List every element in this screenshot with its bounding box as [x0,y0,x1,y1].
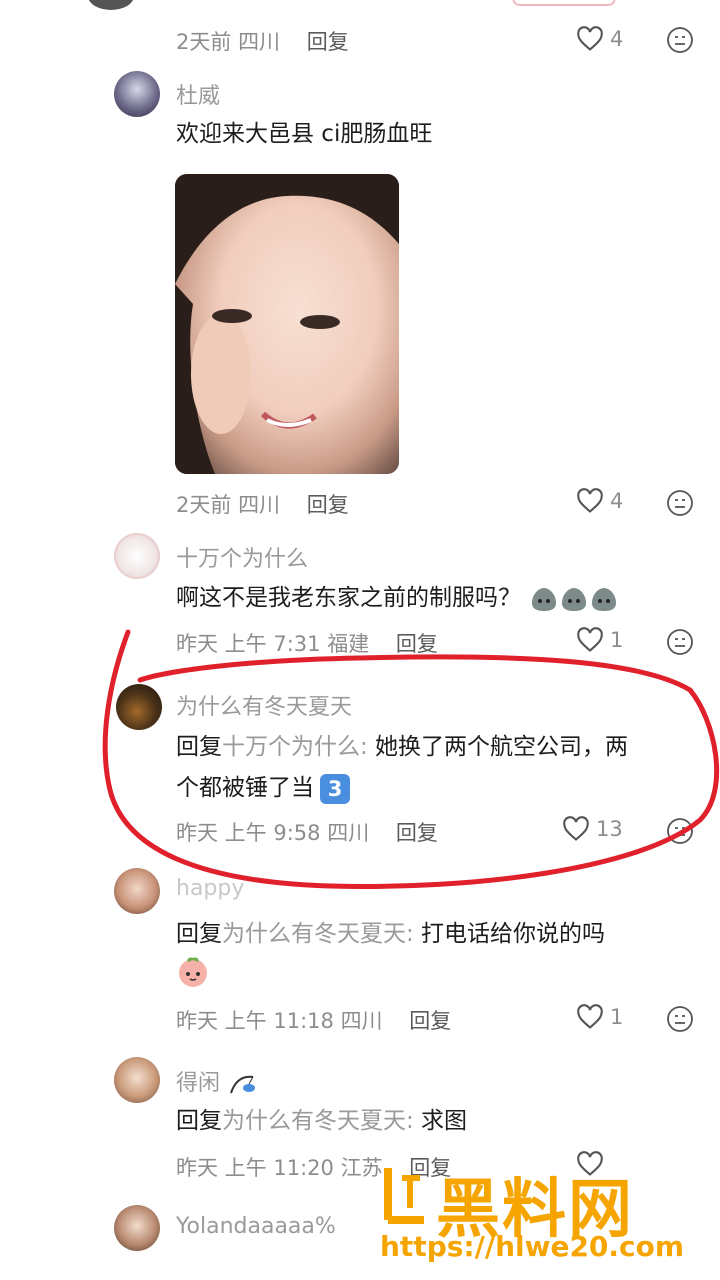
username[interactable]: happy [176,876,244,901]
like-button[interactable]: 1 [576,1004,623,1030]
comment-text: 欢迎来大邑县 ci肥肠血旺 [176,121,433,147]
comment-meta: 2天前 四川 回复 [176,30,349,54]
red-annotation-circle [102,629,720,889]
comment-meta: 2天前 四川 回复 [176,493,349,517]
reply-button[interactable]: 回复 [307,493,349,517]
watermark-url: https://hlwe20.com [380,1230,685,1263]
comment-meta: 昨天 上午 11:18 四川 回复 [176,1009,452,1033]
heart-icon [577,1004,603,1029]
partial-button-top [512,0,616,6]
peach-emoji-icon [179,957,207,987]
watermark: 黑料网 https://hlwe20.com [380,1158,710,1268]
comment-text: 啊这不是我老东家之前的制服吗？ [176,576,618,620]
mention[interactable]: 为什么有冬天夏天: [222,1108,414,1134]
like-button[interactable]: 4 [576,26,623,52]
like-count: 4 [610,27,624,51]
reply-button[interactable]: 回复 [307,30,349,54]
mention[interactable]: 为什么有冬天夏天: [222,921,414,947]
username[interactable]: Yolandaaaaa% [176,1214,336,1239]
sweat-emoji-icon [592,587,617,611]
like-button[interactable]: 4 [576,488,623,514]
partial-avatar-top [88,0,134,10]
avatar[interactable] [114,71,160,117]
reply-button[interactable]: 回复 [409,1009,451,1033]
comment-photo[interactable] [175,174,399,474]
avatar[interactable] [114,1205,160,1251]
dislike-icon[interactable] [666,489,694,517]
like-count: 1 [610,1005,624,1029]
sweat-emoji-icon [532,587,557,611]
face-illustration [175,174,399,474]
dislike-icon[interactable] [666,26,694,54]
username[interactable]: 十万个为什么 [176,541,308,573]
comment-text: 回复为什么有冬天夏天: 打电话给你说的吗 [176,921,606,947]
username[interactable]: 得闲 [176,1065,257,1097]
avatar[interactable] [114,868,160,914]
like-count: 4 [610,489,624,513]
watermark-logo-icon [384,1168,424,1224]
heart-icon [577,488,603,513]
avatar[interactable] [114,1057,160,1103]
username[interactable]: 杜威 [176,78,220,110]
dislike-icon[interactable] [666,1005,694,1033]
fishing-emoji-icon [230,1075,256,1094]
sweat-emoji-icon [562,587,587,611]
avatar[interactable] [114,533,160,579]
heart-icon [577,26,603,51]
comment-text: 回复为什么有冬天夏天: 求图 [176,1108,468,1134]
